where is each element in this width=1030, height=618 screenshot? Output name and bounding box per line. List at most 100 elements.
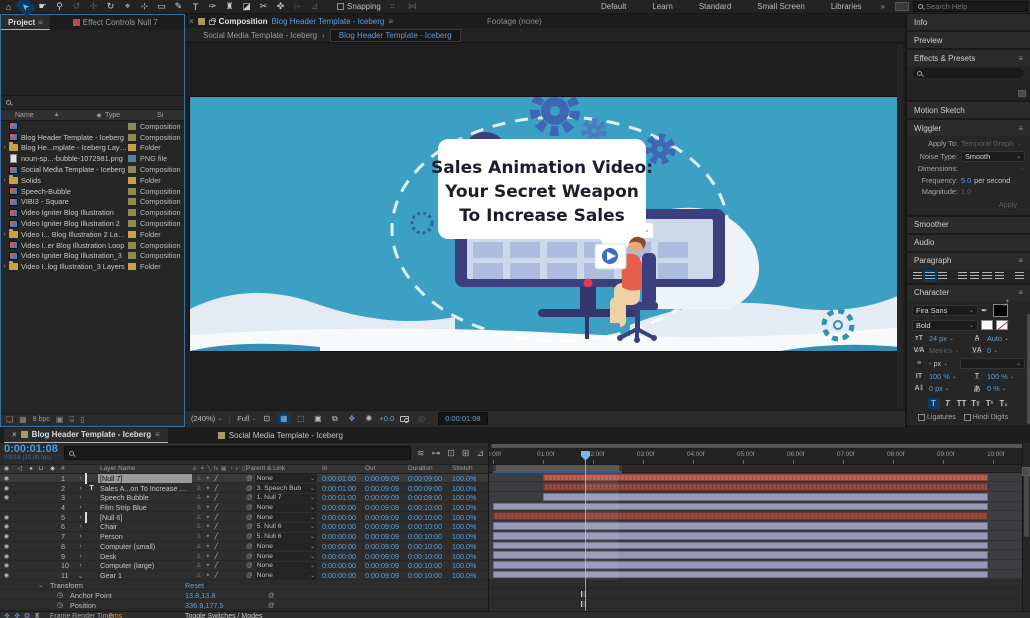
noise-type-select[interactable]: Smooth ⌄	[961, 151, 1025, 162]
pen-tool-icon[interactable]: ✎	[170, 0, 187, 13]
comp-nav-social-media[interactable]: Social Media Template - Iceberg	[203, 31, 317, 40]
fast-previews-icon[interactable]: ❖	[345, 413, 358, 424]
track-row[interactable]	[489, 550, 1030, 560]
audio-column-icon[interactable]: ◁	[13, 465, 26, 472]
close-icon[interactable]: ×	[189, 17, 194, 26]
proxy-icon[interactable]: ▦	[19, 415, 27, 424]
project-item[interactable]: Video Igniter Blog Illustration 2Composi…	[1, 218, 184, 229]
layer-switches[interactable]: ♙✦╱	[192, 562, 246, 569]
toggle-switches-modes-button[interactable]: Toggle Switches / Modes	[185, 613, 262, 618]
align-right-button[interactable]	[938, 272, 947, 280]
search-help-box[interactable]	[913, 1, 1028, 12]
leading-control[interactable]: Auto ⌄	[987, 334, 1025, 343]
label-column-icon[interactable]: ◆	[93, 112, 105, 119]
layer-duration-bar[interactable]	[493, 532, 988, 540]
expander-icon[interactable]: ›	[1, 231, 8, 238]
layer-duration-bar[interactable]	[543, 493, 988, 501]
in-value[interactable]: 0:00:00:00	[320, 513, 363, 522]
out-value[interactable]: 0:00:09:09	[363, 503, 406, 512]
project-item[interactable]: ›Blog He...mplate - Iceberg LayersFolder	[1, 143, 184, 154]
pick-whip-icon[interactable]: @	[246, 572, 253, 579]
panel-menu-icon[interactable]: ≡	[1018, 288, 1023, 297]
stretch-column[interactable]: Stretch	[450, 465, 488, 472]
frequency-value[interactable]: 5.0	[961, 176, 971, 185]
parent-select[interactable]: 3. Speech Bub⌄	[255, 484, 317, 492]
duration-value[interactable]: 0:00:10:00	[406, 522, 450, 531]
duration-value[interactable]: 0:00:10:00	[406, 542, 450, 551]
clone-stamp-tool-icon[interactable]: ♜	[221, 0, 238, 13]
layer-name[interactable]: Speech Bubble	[98, 493, 192, 502]
timeline-layer-row[interactable]: ◉8›Computer (small)♙✦╱@None⌄0:00:00:000:…	[0, 542, 488, 552]
layer-name[interactable]: Desk	[98, 552, 192, 561]
timeline-tracks[interactable]: 0:00f01:00f02:00f03:00f04:00f05:00f06:00…	[489, 443, 1030, 611]
align-center-button[interactable]	[925, 272, 934, 280]
timeline-layer-row[interactable]: ◉7›Person♙✦╱@5. Null 6⌄0:00:00:000:00:09…	[0, 532, 488, 542]
ligatures-checkbox[interactable]	[918, 414, 925, 421]
kerning-control[interactable]: Metrics ⌄	[929, 346, 967, 355]
layer-duration-bar[interactable]	[493, 512, 988, 520]
eye-icon[interactable]: ◉	[0, 475, 13, 482]
transparency-grid-icon[interactable]: ▦	[277, 413, 290, 424]
composition-panel-label[interactable]: Composition	[219, 17, 268, 26]
project-item[interactable]: Video Igniter Blog Illustration_3Composi…	[1, 251, 184, 262]
parent-select[interactable]: 1. Null 7⌄	[255, 494, 317, 502]
eye-icon[interactable]: ◉	[0, 543, 13, 550]
comp-nav-blog-header[interactable]: Blog Header Template - Iceberg	[330, 29, 461, 42]
comp-mini-flowchart-icon[interactable]: ≋	[417, 448, 425, 459]
layer-switches[interactable]: ♙✦╱	[192, 514, 246, 521]
eye-icon[interactable]: ◉	[0, 553, 13, 560]
faux-bold-button[interactable]: T	[928, 398, 940, 409]
pick-whip-icon[interactable]: @	[246, 485, 253, 492]
stopwatch-icon[interactable]: ◷	[57, 591, 63, 599]
track-row[interactable]	[489, 492, 1030, 502]
fast-draft-icon[interactable]: ❂	[24, 612, 30, 618]
eye-icon[interactable]: ◉	[0, 514, 13, 521]
bit-depth-label[interactable]: 8 bpc	[33, 416, 50, 423]
duration-value[interactable]: 0:00:10:00	[406, 561, 450, 570]
camera-tool-icon[interactable]: ⌖	[119, 0, 136, 13]
in-value[interactable]: 0:00:01:00	[320, 474, 363, 483]
font-size-control[interactable]: 24 px ⌄	[929, 334, 967, 343]
expander-icon[interactable]: ›	[76, 553, 85, 560]
comp-marker-button[interactable]	[1022, 467, 1030, 476]
timeline-layer-row[interactable]: ◉10›Computer (large)♙✦╱@None⌄0:00:00:000…	[0, 561, 488, 571]
track-row[interactable]	[489, 541, 1030, 551]
project-column-headers[interactable]: Name ▲ ◆ Type Si	[1, 110, 184, 121]
project-item[interactable]: noun-sp...-bubble-1072981.pngPNG file	[1, 153, 184, 164]
parent-select[interactable]: None⌄	[255, 571, 317, 579]
pixel-aspect-icon[interactable]: ⧉	[328, 413, 341, 424]
expander-icon[interactable]: ›	[76, 523, 85, 530]
align-left-button[interactable]	[913, 272, 922, 280]
layer-name[interactable]: Computer (small)	[98, 542, 192, 551]
puppet-pin-tool-icon[interactable]: ✜	[272, 0, 289, 13]
time-ruler[interactable]: 0:00f01:00f02:00f03:00f04:00f05:00f06:00…	[489, 450, 1030, 465]
pick-whip-icon[interactable]: @	[246, 523, 253, 530]
duration-value[interactable]: 0:00:10:00	[406, 571, 450, 580]
tab-effect-controls[interactable]: Effect Controls Null 7	[66, 15, 165, 30]
timeline-column-headers[interactable]: ◉ ◁ ● ⊔ ◆ # Layer Name ♙✦╲fx▦◔◐◫ Parent …	[0, 465, 488, 474]
out-column[interactable]: Out	[363, 465, 406, 472]
apply-button[interactable]: Apply	[991, 199, 1025, 210]
layer-switches[interactable]: ♙✦╱	[192, 523, 246, 530]
preview-timecode[interactable]: 0:00:01:08	[438, 412, 487, 425]
layer-name-column[interactable]: Layer Name	[98, 465, 192, 472]
lock-icon[interactable]	[209, 20, 215, 25]
font-style-select[interactable]: Bold ⌄	[912, 320, 978, 331]
panel-menu-icon[interactable]: ≡	[1018, 256, 1023, 265]
stroke-color-swatch[interactable]	[981, 320, 993, 330]
timeline-layer-row[interactable]: ◉5›[Null 6]♙✦╱@None⌄0:00:00:000:00:09:09…	[0, 512, 488, 522]
home-icon[interactable]: ⌂	[0, 0, 17, 13]
expander-icon[interactable]: ›	[76, 485, 85, 492]
layer-name[interactable]: Film Strip Blue	[98, 503, 192, 512]
value-marker[interactable]	[581, 591, 586, 597]
label-swatch[interactable]	[128, 220, 136, 227]
parent-select[interactable]: None⌄	[255, 542, 317, 550]
timeline-tab-blog-header[interactable]: × Blog Header Template - Iceberg ≡	[4, 428, 168, 443]
project-search-row[interactable]	[1, 96, 184, 110]
panel-menu-icon[interactable]: ≡	[388, 17, 393, 26]
position-row[interactable]: ◷ Position 336.9,177.5 @	[0, 600, 488, 610]
eye-icon[interactable]: ◉	[0, 533, 13, 540]
type-tool-icon[interactable]: T	[187, 0, 204, 13]
pick-whip-icon[interactable]: @	[246, 543, 253, 550]
stretch-value[interactable]: 100.0%	[450, 493, 488, 502]
